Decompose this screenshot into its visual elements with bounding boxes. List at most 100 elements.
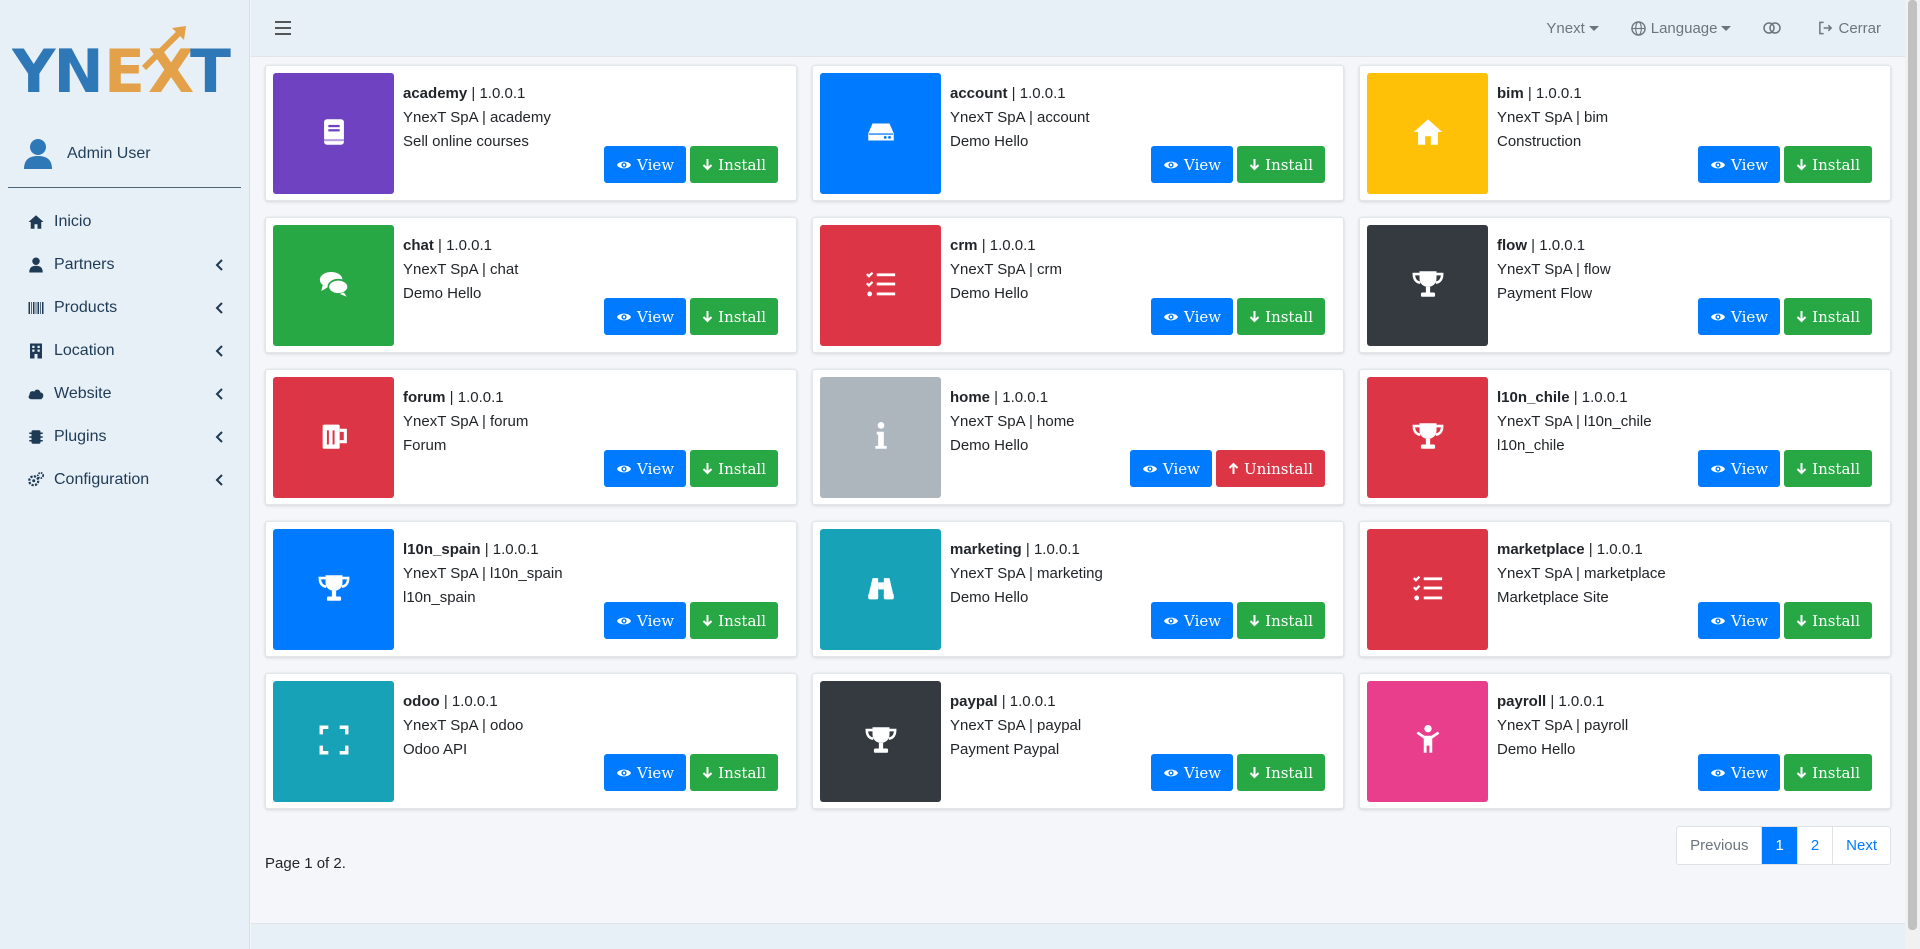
module-info: bim | 1.0.0.1 YnexT SpA | bim Construction… <box>1497 73 1883 193</box>
install-button[interactable]: Install <box>1784 146 1872 183</box>
logout-button[interactable]: Cerrar <box>1802 20 1905 37</box>
module-name: chat <box>403 237 434 254</box>
module-name: l10n_chile <box>1497 389 1570 406</box>
module-icon-tile <box>273 225 394 346</box>
view-button[interactable]: View <box>1129 450 1212 487</box>
language-dropdown[interactable]: Language <box>1615 20 1748 37</box>
arrow-down-icon <box>702 767 713 779</box>
module-card-l10n_chile: l10n_chile | 1.0.0.1 YnexT SpA | l10n_chi… <box>1359 369 1891 505</box>
module-card-odoo: odoo | 1.0.0.1 YnexT SpA | odoo Odoo API Vi… <box>265 673 797 809</box>
install-button[interactable]: Install <box>690 298 778 335</box>
cloud-icon <box>26 384 46 404</box>
page-scrollbar[interactable] <box>1905 0 1920 949</box>
view-button[interactable]: View <box>1151 754 1234 791</box>
module-name: forum <box>403 389 446 406</box>
sidebar-item-label: Inicio <box>54 212 92 230</box>
main-content: academy | 1.0.0.1 YnexT SpA | academy Sell… <box>251 57 1905 923</box>
module-card-account: account | 1.0.0.1 YnexT SpA | account Demo… <box>812 65 1344 201</box>
install-button[interactable]: Install <box>1784 450 1872 487</box>
install-button[interactable]: Install <box>1237 146 1325 183</box>
module-icon-tile <box>273 681 394 802</box>
install-button[interactable]: Install <box>690 146 778 183</box>
module-info: payroll | 1.0.0.1 YnexT SpA | payroll Demo… <box>1497 681 1883 801</box>
view-button[interactable]: View <box>1151 146 1234 183</box>
module-title: l10n_spain | 1.0.0.1 <box>403 541 539 558</box>
install-button[interactable]: Install <box>1784 602 1872 639</box>
view-button[interactable]: View <box>1698 450 1781 487</box>
install-button[interactable]: Install <box>1237 754 1325 791</box>
user-avatar-icon <box>24 138 52 169</box>
module-actions: View Install <box>604 450 778 487</box>
install-label: Install <box>1265 155 1313 174</box>
trophy-icon <box>864 723 898 761</box>
view-button[interactable]: View <box>604 754 687 791</box>
company-dropdown[interactable]: Ynext <box>1530 20 1614 37</box>
language-label: Language <box>1650 19 1718 37</box>
sidebar-item-products[interactable]: Products <box>0 286 249 329</box>
view-button[interactable]: View <box>1151 602 1234 639</box>
module-icon-tile <box>1367 529 1488 650</box>
caret-down-icon <box>1721 25 1732 31</box>
view-label: View <box>637 307 675 326</box>
install-label: Install <box>1812 307 1860 326</box>
view-button[interactable]: View <box>604 450 687 487</box>
module-info: crm | 1.0.0.1 YnexT SpA | crm Demo Hello Vi… <box>950 225 1336 345</box>
view-label: View <box>1731 307 1769 326</box>
info-icon <box>864 419 898 457</box>
view-label: View <box>1731 155 1769 174</box>
module-title: forum | 1.0.0.1 <box>403 389 504 406</box>
scrollbar-thumb[interactable] <box>1908 0 1917 930</box>
pagination-previous[interactable]: Previous <box>1677 827 1761 864</box>
install-label: Install <box>1265 611 1313 630</box>
module-info: marketing | 1.0.0.1 YnexT SpA | marketing… <box>950 529 1336 649</box>
module-vendor: YnexT SpA | marketplace <box>1497 565 1666 582</box>
eye-icon <box>1164 769 1179 776</box>
arrow-down-icon <box>1249 159 1260 171</box>
pagination-next[interactable]: Next <box>1832 827 1890 864</box>
brand-logo[interactable]: YN E X T <box>0 0 249 120</box>
arrow-down-icon <box>1796 767 1807 779</box>
install-label: Install <box>718 307 766 326</box>
sidebar-item-partners[interactable]: Partners <box>0 243 249 286</box>
view-button[interactable]: View <box>1151 298 1234 335</box>
install-button[interactable]: Install <box>1237 602 1325 639</box>
install-button[interactable]: Install <box>1784 754 1872 791</box>
view-button[interactable]: View <box>1698 146 1781 183</box>
sidebar: YN E X T Admin User Inicio Partners Produc… <box>0 0 250 949</box>
pagination-page-1[interactable]: 1 <box>1761 827 1797 864</box>
view-button[interactable]: View <box>604 298 687 335</box>
user-panel[interactable]: Admin User <box>8 120 241 188</box>
trophy-icon <box>317 571 351 609</box>
module-card-chat: chat | 1.0.0.1 YnexT SpA | chat Demo Hello… <box>265 217 797 353</box>
sidebar-item-location[interactable]: Location <box>0 329 249 372</box>
install-label: Install <box>718 763 766 782</box>
module-version: 1.0.0.1 <box>1596 541 1643 558</box>
hamburger-menu-icon[interactable] <box>275 21 291 35</box>
svg-text:X: X <box>148 37 194 100</box>
arrow-down-icon <box>1796 311 1807 323</box>
view-button[interactable]: View <box>1698 754 1781 791</box>
install-button[interactable]: Install <box>1784 298 1872 335</box>
view-button[interactable]: View <box>604 602 687 639</box>
sidebar-item-website[interactable]: Website <box>0 372 249 415</box>
sidebar-item-plugins[interactable]: Plugins <box>0 415 249 458</box>
sidebar-item-inicio[interactable]: Inicio <box>0 200 249 243</box>
uninstall-button[interactable]: Uninstall <box>1215 450 1325 487</box>
sidebar-item-label: Partners <box>54 255 115 273</box>
pagination-page-2[interactable]: 2 <box>1796 827 1832 864</box>
module-info: chat | 1.0.0.1 YnexT SpA | chat Demo Hello… <box>403 225 789 345</box>
install-button[interactable]: Install <box>690 754 778 791</box>
module-vendor: YnexT SpA | payroll <box>1497 717 1629 734</box>
install-button[interactable]: Install <box>690 602 778 639</box>
book-icon <box>317 115 351 153</box>
module-title: payroll | 1.0.0.1 <box>1497 693 1605 710</box>
view-button[interactable]: View <box>1698 298 1781 335</box>
view-button[interactable]: View <box>1698 602 1781 639</box>
theme-toggle[interactable] <box>1747 22 1802 34</box>
install-button[interactable]: Install <box>690 450 778 487</box>
install-button[interactable]: Install <box>1237 298 1325 335</box>
expand-icon <box>317 723 351 761</box>
view-button[interactable]: View <box>604 146 687 183</box>
module-info: academy | 1.0.0.1 YnexT SpA | academy Sell… <box>403 73 789 193</box>
sidebar-item-configuration[interactable]: Configuration <box>0 458 249 501</box>
